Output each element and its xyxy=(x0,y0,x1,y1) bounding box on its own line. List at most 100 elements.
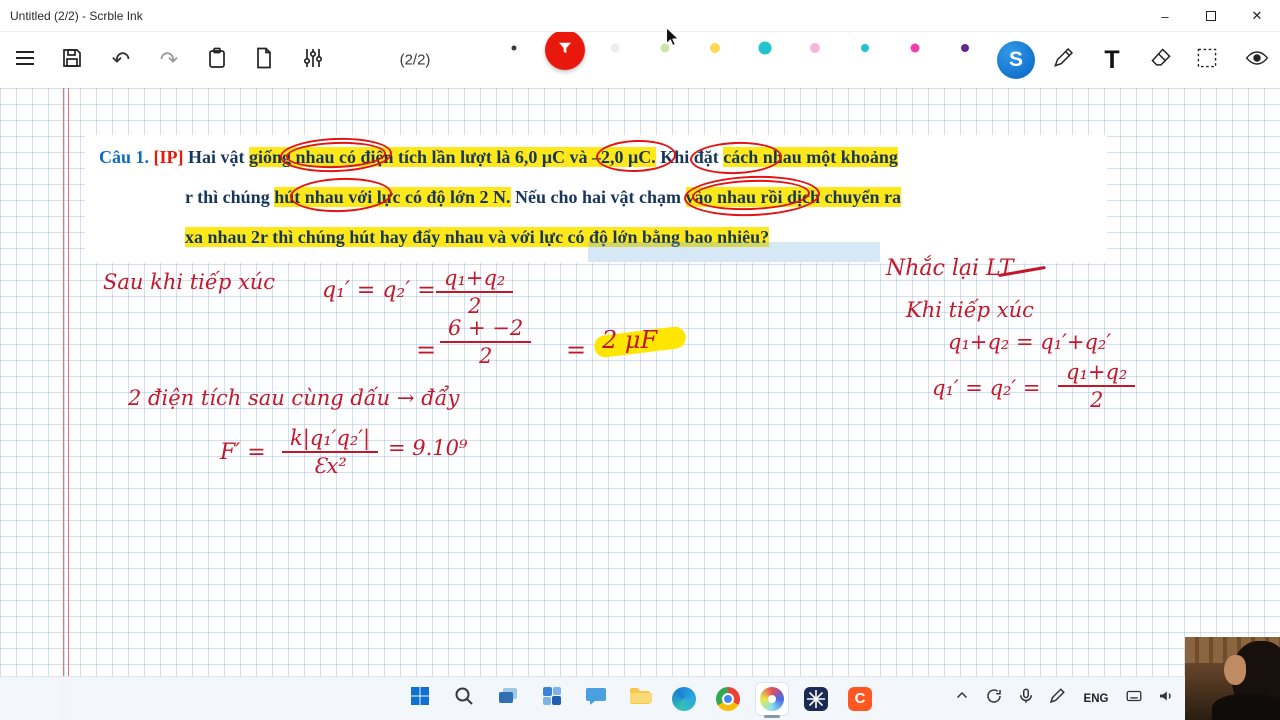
fraction-denominator: 2 xyxy=(467,294,482,319)
microphone-icon xyxy=(1017,687,1035,710)
eraser-tool-button[interactable] xyxy=(1144,43,1178,77)
fraction-denominator: 2 xyxy=(478,344,493,369)
search-icon xyxy=(452,684,476,713)
widgets-button[interactable] xyxy=(535,682,569,716)
fraction-numerator: k|q₁′q₂′| xyxy=(282,426,379,454)
text-tool-button[interactable]: T xyxy=(1095,43,1129,77)
fraction-denominator: Ɛx² xyxy=(313,454,347,479)
pen-color-dot-magenta[interactable] xyxy=(910,43,920,53)
drawing-canvas[interactable]: Câu 1. [IP] Hai vật giống nhau có điện t… xyxy=(0,88,1280,720)
chrome-icon xyxy=(716,686,740,711)
note-fraction-q-sum: q₁+q₂ 2 xyxy=(436,266,514,319)
redo-button[interactable]: ↷ xyxy=(152,43,186,77)
file-explorer-button[interactable] xyxy=(623,682,657,716)
edge-browser-button[interactable] xyxy=(667,682,701,716)
highlighted-segment: xa nhau 2r thì chúng hút hay đẩy nhau và… xyxy=(185,227,770,247)
paste-button[interactable] xyxy=(200,43,234,77)
selection-tool-button[interactable] xyxy=(1190,43,1224,77)
language-indicator[interactable]: ENG xyxy=(1082,685,1110,713)
pen-color-dot-yellow[interactable] xyxy=(710,43,720,53)
touch-keyboard-button[interactable] xyxy=(1120,685,1148,713)
active-app-button[interactable] xyxy=(755,681,789,716)
tray-pen-button[interactable] xyxy=(1043,685,1071,713)
chat-bubble-icon xyxy=(584,684,608,713)
eraser-icon xyxy=(1149,46,1173,75)
settings-sliders-button[interactable] xyxy=(296,43,330,77)
note-force-eq: F′ = xyxy=(220,440,266,465)
titlebar: Untitled (2/2) - Scrble Ink – ✕ xyxy=(0,0,1280,32)
pen-color-dot-pink[interactable] xyxy=(810,43,820,53)
chrome-browser-button[interactable] xyxy=(711,682,745,716)
webcam-overlay[interactable] xyxy=(1185,637,1280,720)
note-after-contact: Sau khi tiếp xúc xyxy=(103,270,276,294)
person-body xyxy=(1212,694,1280,720)
pen-color-dot-teal[interactable] xyxy=(758,41,772,55)
tray-mic-button[interactable] xyxy=(1012,685,1040,713)
maximize-button[interactable] xyxy=(1188,0,1234,32)
note-equal-charges: q₁′ = q₂′ = xyxy=(932,376,1041,400)
c-app-button[interactable]: C xyxy=(843,682,877,716)
note-when-contact: Khi tiếp xúc xyxy=(906,298,1034,322)
text-segment: Hai vật xyxy=(188,147,245,167)
note-result: 2 μF xyxy=(593,325,687,359)
chevron-up-icon xyxy=(953,687,971,710)
pen-color-dot-teal-small[interactable] xyxy=(861,44,869,52)
taskbar: C ENG xyxy=(0,676,1280,720)
menu-button[interactable] xyxy=(8,43,42,77)
note-fraction-numbers: 6 + −2 2 xyxy=(440,316,532,369)
page-icon xyxy=(252,46,276,75)
maximize-icon xyxy=(1206,11,1216,21)
note-k-value: = 9.10⁹ xyxy=(388,436,468,460)
snowflake-app-button[interactable] xyxy=(799,682,833,716)
mouse-cursor xyxy=(666,26,680,47)
view-tool-button[interactable] xyxy=(1240,43,1274,77)
stylus-tool-button[interactable] xyxy=(1046,43,1080,77)
note-equals: = xyxy=(566,336,587,364)
pinwheel-app-icon xyxy=(760,686,784,711)
fraction-numerator: q₁+q₂ xyxy=(1058,360,1136,388)
chat-button[interactable] xyxy=(579,682,613,716)
widgets-icon xyxy=(540,684,564,713)
undo-icon: ↶ xyxy=(111,47,131,72)
fraction-denominator: 2 xyxy=(1089,388,1104,413)
start-button[interactable] xyxy=(403,682,437,716)
volume-button[interactable] xyxy=(1152,685,1180,713)
tray-overflow-button[interactable] xyxy=(948,685,976,713)
page-indicator: (2/2) xyxy=(399,51,431,69)
app-logo-button[interactable]: S xyxy=(997,41,1035,79)
snowflake-app-icon xyxy=(804,686,828,711)
save-button[interactable] xyxy=(55,43,89,77)
note-fraction-coulomb: k|q₁′q₂′| Ɛx² xyxy=(282,426,379,479)
text-segment: r thì chúng xyxy=(185,187,270,207)
logo-letter: S xyxy=(1008,48,1023,71)
clipboard-icon xyxy=(205,46,229,75)
pen-color-dot-purple[interactable] xyxy=(961,44,969,52)
taskbar-search-button[interactable] xyxy=(447,682,481,716)
undo-button[interactable]: ↶ xyxy=(104,43,138,77)
fraction-numerator: 6 + −2 xyxy=(440,316,532,344)
minimize-button[interactable]: – xyxy=(1142,0,1188,32)
toolbar: ↶ ↷ (2/2) S T xyxy=(0,30,1280,88)
close-icon: ✕ xyxy=(1251,8,1263,23)
note-recall-theory: Nhắc lại LT xyxy=(886,256,1014,281)
question-tag: [IP] xyxy=(153,147,184,167)
problem-line-3: xa nhau 2r thì chúng hút hay đẩy nhau và… xyxy=(185,217,1107,257)
keyboard-icon xyxy=(1125,687,1143,710)
dashed-select-icon xyxy=(1195,46,1219,75)
task-view-button[interactable] xyxy=(491,682,525,716)
pen-color-dot-black[interactable] xyxy=(511,45,517,51)
fraction-numerator: q₁+q₂ xyxy=(436,266,514,294)
close-button[interactable]: ✕ xyxy=(1234,0,1280,32)
stylus-icon xyxy=(1051,46,1075,75)
pen-icon xyxy=(1048,687,1066,710)
folder-icon xyxy=(628,684,652,713)
funnel-icon xyxy=(556,39,574,62)
tray-sync-button[interactable] xyxy=(980,685,1008,713)
minimize-icon: – xyxy=(1161,8,1169,24)
note-eq-q1-q2: q₁′ = q₂′ = xyxy=(322,278,436,303)
pen-color-dot-white[interactable] xyxy=(610,43,620,53)
new-page-button[interactable] xyxy=(247,43,281,77)
save-icon xyxy=(60,46,84,75)
active-app-indicator xyxy=(764,715,780,718)
active-pen-red[interactable] xyxy=(545,30,585,70)
